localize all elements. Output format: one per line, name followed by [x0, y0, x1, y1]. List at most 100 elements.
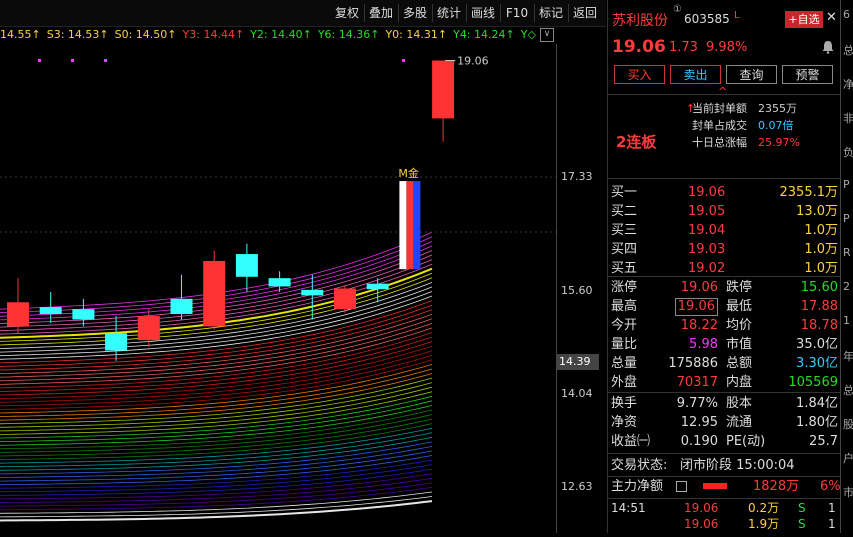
seal-label: 当前封单额	[692, 102, 747, 115]
tick-volume: 1.9万	[748, 517, 780, 531]
toolbar-button-restore-rights[interactable]: 复权	[330, 4, 365, 22]
stat-value: 5.98	[689, 337, 718, 352]
price-change: 1.73	[669, 40, 698, 55]
bid-label: 买四	[611, 242, 638, 257]
candle-body	[7, 302, 29, 327]
edge-glyph: 1	[843, 314, 850, 327]
toolbar-button-f10[interactable]: F10	[500, 4, 535, 22]
candle-body	[72, 309, 95, 320]
candle-body	[334, 288, 356, 310]
candle-body	[268, 278, 291, 287]
main-force-bar	[703, 483, 727, 489]
signal-marker	[402, 59, 405, 62]
trading-status-value: 闭市阶段 15:00:04	[680, 458, 795, 473]
divider	[608, 276, 841, 277]
price-change-pct: 9.98%	[706, 40, 748, 55]
trading-status-row: 交易状态: 闭市阶段 15:00:04	[608, 456, 841, 475]
edge-glyph: 股	[843, 418, 853, 431]
bid-volume: 1.0万	[804, 223, 838, 238]
stat-label: 净资	[611, 415, 638, 430]
candle-body	[39, 307, 62, 314]
y-tick-label: 15.60	[561, 284, 593, 297]
info-icon[interactable]: ①	[673, 4, 682, 15]
chevron-down-icon[interactable]: ∨	[540, 28, 554, 42]
toolbar-button-multi-stock[interactable]: 多股	[398, 4, 433, 22]
ma-value: Y2: 14.40↑	[250, 28, 312, 41]
stat-label: 总量	[611, 356, 638, 371]
stat-label: 今开	[611, 318, 638, 333]
seal-label: 封单占成交	[692, 119, 747, 132]
candle-body	[301, 289, 324, 296]
stat-label: 市值	[726, 337, 753, 352]
stat-value: 35.0亿	[796, 337, 838, 352]
stat-row: 量比 5.98 市值 35.0亿	[608, 335, 841, 354]
edge-glyph: 2	[843, 280, 850, 293]
stat-value: 0.190	[680, 434, 718, 449]
limit-bar	[406, 181, 414, 270]
detail-icon[interactable]	[676, 481, 687, 492]
ma-value: 14.55↑	[0, 28, 41, 41]
stat-label: 股本	[726, 396, 753, 411]
divider	[608, 498, 841, 499]
y-tick-label: 12.63	[561, 480, 593, 493]
bid-volume: 13.0万	[796, 204, 838, 219]
stat-value: 70317	[676, 375, 718, 390]
stat-value: 25.7	[809, 434, 838, 449]
chart-toolbar: 复权 叠加 多股 统计 画线 F10 标记 返回	[0, 0, 606, 27]
edge-glyph: 总	[843, 384, 853, 397]
buy-button[interactable]: 买入	[614, 65, 665, 84]
stat-label: 外盘	[611, 375, 638, 390]
sell-button[interactable]: 卖出	[670, 65, 721, 84]
stat-label: 换手	[611, 396, 638, 411]
stat-label: 跌停	[726, 280, 753, 295]
stat-label: 总额	[726, 356, 753, 371]
stat-value: 18.22	[680, 318, 718, 333]
bid-price: 19.05	[688, 204, 726, 219]
stat-value: 1.84亿	[796, 396, 838, 411]
moving-average-line	[0, 368, 433, 417]
seal-row: ↑ 当前封单额 2355万	[608, 100, 841, 117]
toolbar-button-statistics[interactable]: 统计	[432, 4, 467, 22]
query-button[interactable]: 查询	[726, 65, 777, 84]
toolbar-button-draw-line[interactable]: 画线	[466, 4, 501, 22]
stat-label: 最高	[611, 299, 638, 314]
candle-body	[137, 316, 160, 341]
edge-glyph: 总	[843, 44, 853, 57]
bid-row: 买一 19.06 2355.1万	[608, 183, 841, 202]
high-price-label: 19.06	[457, 55, 489, 68]
bid-row: 买二 19.05 13.0万	[608, 202, 841, 221]
tick-row: 19.06 1.9万 S 1	[608, 516, 841, 532]
tick-count: 1	[828, 501, 836, 515]
tick-price: 19.06	[684, 501, 719, 515]
edge-glyph: 净	[843, 78, 853, 91]
main-force-label: 主力净额	[611, 479, 664, 494]
stat-value: 105569	[788, 375, 838, 390]
toolbar-button-mark[interactable]: 标记	[534, 4, 569, 22]
ma-value: Y6: 14.36↑	[317, 28, 380, 41]
edge-glyph: 户	[843, 452, 853, 465]
main-force-row[interactable]: 主力净额 1828万 6%	[608, 477, 841, 496]
stat-value: 1.80亿	[796, 415, 838, 430]
price-axis: 17.33 15.60 14.04 12.63	[556, 44, 607, 533]
toolbar-button-overlay[interactable]: 叠加	[364, 4, 399, 22]
collapse-caret-icon[interactable]: ^	[718, 85, 727, 98]
ma-value: Y◇	[520, 28, 536, 41]
candle-body	[203, 260, 226, 327]
edge-glyph: P	[843, 178, 850, 191]
alert-button[interactable]: 预警	[782, 65, 833, 84]
moving-average-line	[0, 332, 433, 389]
add-watchlist-button[interactable]: +自选	[785, 11, 823, 28]
bell-icon[interactable]	[821, 39, 835, 54]
close-icon[interactable]: ✕	[826, 10, 837, 25]
candle-body	[432, 60, 455, 119]
limit-bar	[413, 181, 421, 270]
stat-label: 涨停	[611, 280, 638, 295]
candlestick-chart[interactable]: M金 19.06	[0, 44, 556, 533]
stat-row: 最高 19.06 最低 17.88	[608, 297, 841, 316]
bid-volume: 2355.1万	[779, 185, 839, 200]
toolbar-button-back[interactable]: 返回	[568, 4, 602, 22]
stat-value: 19.06	[680, 280, 718, 295]
bid-label: 买三	[611, 223, 638, 238]
seal-row: 十日总涨幅 25.97%	[608, 134, 841, 151]
limit-bar	[399, 181, 407, 270]
